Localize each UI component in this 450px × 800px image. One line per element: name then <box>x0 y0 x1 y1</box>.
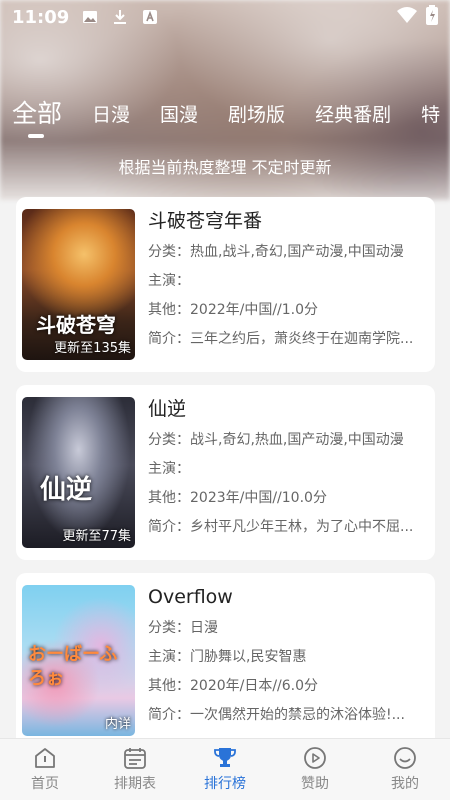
episode-badge: 更新至135集 <box>54 341 131 356</box>
poster-title-text: 仙逆 <box>40 475 93 505</box>
tab-all[interactable]: 全部 <box>12 92 62 138</box>
home-icon <box>0 745 90 771</box>
anime-title: Overflow <box>148 586 233 608</box>
anime-intro: 简介：三年之约后，萧炎终于在迦南学院... <box>148 331 414 347</box>
tab-japanese-anime[interactable]: 日漫 <box>92 92 130 127</box>
status-bar: 11:09 <box>0 0 450 34</box>
nav-profile[interactable]: 我的 <box>360 739 450 793</box>
bottom-navigation: 首页 排期表 排行榜 赞助 我的 <box>0 738 450 800</box>
nav-schedule[interactable]: 排期表 <box>90 739 180 793</box>
calendar-icon <box>90 745 180 771</box>
anime-category: 分类：战斗,奇幻,热血,国产动漫,中国动漫 <box>148 432 404 448</box>
nav-home-label: 首页 <box>31 776 59 792</box>
poster-image: おーばーふろぉ 内详 <box>22 585 135 736</box>
battery-icon <box>426 5 438 29</box>
download-icon <box>111 8 129 26</box>
anime-category: 分类：热血,战斗,奇幻,国产动漫,中国动漫 <box>148 244 404 260</box>
anime-list: 斗破苍穹 更新至135集 斗破苍穹年番 分类：热血,战斗,奇幻,国产动漫,中国动… <box>16 197 435 761</box>
anime-intro: 简介：一次偶然开始的禁忌的沐浴体验!... <box>148 707 405 723</box>
anime-card[interactable]: おーばーふろぉ 内详 Overflow 分类：日漫 主演：门胁舞以,民安智惠 其… <box>16 573 435 748</box>
nav-sponsor[interactable]: 赞助 <box>270 739 360 793</box>
episode-badge: 内详 <box>104 717 131 732</box>
category-tabs: 全部 日漫 国漫 剧场版 经典番剧 特 <box>0 92 450 142</box>
anime-cast: 主演： <box>148 273 190 289</box>
a-icon <box>141 8 159 26</box>
ranking-subtitle: 根据当前热度整理 不定时更新 <box>118 158 332 177</box>
anime-category: 分类：日漫 <box>148 620 218 636</box>
nav-home[interactable]: 首页 <box>0 739 90 793</box>
trophy-icon <box>180 745 270 771</box>
nav-profile-label: 我的 <box>391 776 419 792</box>
gallery-icon <box>81 8 99 26</box>
anime-title: 仙逆 <box>148 398 187 420</box>
anime-card[interactable]: 仙逆 更新至77集 仙逆 分类：战斗,奇幻,热血,国产动漫,中国动漫 主演： 其… <box>16 385 435 560</box>
tab-movies[interactable]: 剧场版 <box>228 92 285 127</box>
play-circle-icon <box>270 745 360 771</box>
anime-other: 其他：2022年/中国//1.0分 <box>148 302 319 318</box>
anime-card[interactable]: 斗破苍穹 更新至135集 斗破苍穹年番 分类：热血,战斗,奇幻,国产动漫,中国动… <box>16 197 435 372</box>
episode-badge: 更新至77集 <box>62 529 131 544</box>
anime-intro: 简介：乡村平凡少年王林，为了心中不屈... <box>148 519 414 535</box>
tab-chinese-anime[interactable]: 国漫 <box>160 92 198 127</box>
anime-other: 其他：2023年/中国//10.0分 <box>148 490 327 506</box>
wifi-icon <box>396 6 418 28</box>
smile-icon <box>360 745 450 771</box>
anime-other: 其他：2020年/日本//6.0分 <box>148 678 319 694</box>
status-time: 11:09 <box>12 6 70 28</box>
poster-title-text: おーばーふろぉ <box>28 644 118 689</box>
tab-classic-series[interactable]: 经典番剧 <box>315 92 391 127</box>
poster-title-text: 斗破苍穹 <box>36 313 116 337</box>
anime-cast: 主演： <box>148 461 190 477</box>
nav-schedule-label: 排期表 <box>114 776 156 792</box>
tab-special[interactable]: 特 <box>421 92 440 127</box>
nav-ranking[interactable]: 排行榜 <box>180 739 270 793</box>
nav-ranking-label: 排行榜 <box>204 776 246 792</box>
nav-sponsor-label: 赞助 <box>301 776 329 792</box>
anime-cast: 主演：门胁舞以,民安智惠 <box>148 649 307 665</box>
poster-image: 斗破苍穹 更新至135集 <box>22 209 135 360</box>
anime-title: 斗破苍穹年番 <box>148 210 263 232</box>
poster-image: 仙逆 更新至77集 <box>22 397 135 548</box>
